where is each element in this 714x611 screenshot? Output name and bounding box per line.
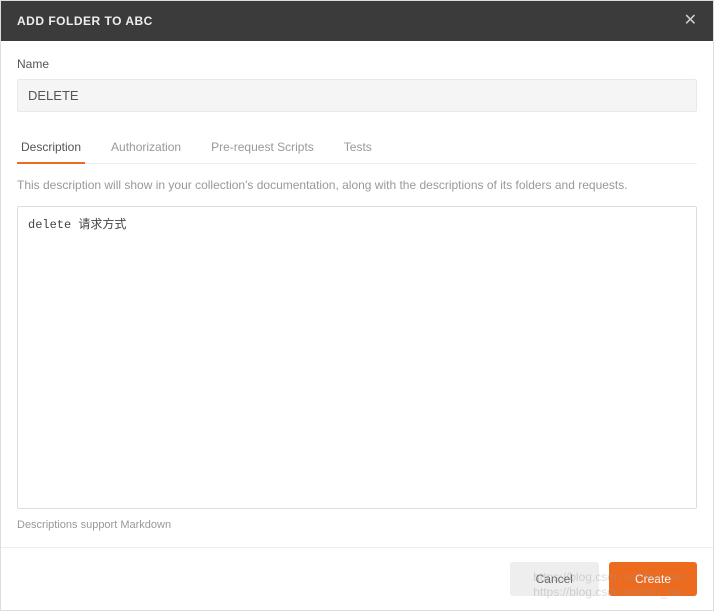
description-hint: This description will show in your colle… <box>17 178 697 192</box>
tab-tests[interactable]: Tests <box>340 132 376 164</box>
add-folder-modal: ADD FOLDER TO ABC ✕ Name Description Aut… <box>0 0 714 611</box>
description-textarea[interactable] <box>17 206 697 509</box>
markdown-hint: Descriptions support Markdown <box>17 519 697 531</box>
modal-header: ADD FOLDER TO ABC ✕ <box>1 1 713 41</box>
tab-description[interactable]: Description <box>17 132 85 164</box>
create-button[interactable]: Create <box>609 562 697 596</box>
tab-bar: Description Authorization Pre-request Sc… <box>17 132 697 164</box>
modal-title: ADD FOLDER TO ABC <box>17 14 153 28</box>
tab-prerequest-scripts[interactable]: Pre-request Scripts <box>207 132 318 164</box>
tab-authorization[interactable]: Authorization <box>107 132 185 164</box>
name-input[interactable] <box>17 79 697 112</box>
name-label: Name <box>17 57 697 71</box>
modal-body: Name Description Authorization Pre-reque… <box>1 41 713 547</box>
cancel-button[interactable]: Cancel <box>510 562 599 596</box>
close-icon[interactable]: ✕ <box>684 13 697 29</box>
modal-footer: Cancel Create <box>1 547 713 610</box>
